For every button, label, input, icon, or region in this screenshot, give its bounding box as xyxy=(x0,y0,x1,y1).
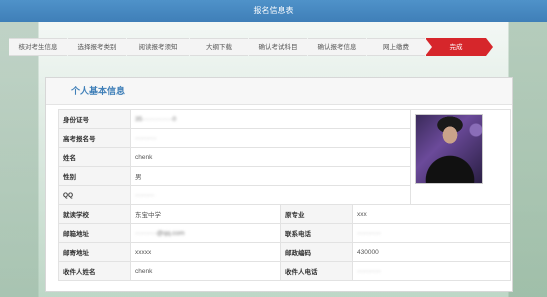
gender-value: 男 xyxy=(130,166,411,186)
phone-text: ··········· xyxy=(357,229,381,237)
address-label: 邮寄地址 xyxy=(58,242,131,262)
step-confirm-registration[interactable]: 确认报考信息 xyxy=(308,38,373,56)
panel-title: 个人基本信息 xyxy=(46,78,512,105)
postcode-value: 430000 xyxy=(352,242,511,262)
email-label: 邮箱地址 xyxy=(58,223,131,243)
email-value: ··········@qq.com xyxy=(130,223,281,243)
major-value: xxx xyxy=(352,204,511,224)
receiver-phone-label: 收件人电话 xyxy=(280,261,353,281)
address-value: xxxxx xyxy=(130,242,281,262)
exam-no-label: 高考报名号 xyxy=(58,128,131,148)
step-download-outline[interactable]: 大纲下载 xyxy=(190,38,255,56)
exam-no-value: ·········· xyxy=(130,128,411,148)
step-read-notice[interactable]: 阅读报考须知 xyxy=(127,38,196,56)
step-verify-info[interactable]: 核对考生信息 xyxy=(9,38,74,56)
step-confirm-subjects[interactable]: 确认考试科目 xyxy=(249,38,314,56)
id-card-value: 35··············0 xyxy=(130,109,411,129)
qq-label: QQ xyxy=(58,185,131,205)
receiver-phone-text: ··········· xyxy=(357,267,381,275)
table-row: 就读学校 东宝中学 原专业 xxx xyxy=(58,204,511,224)
receiver-name-value: chenk xyxy=(130,261,281,281)
photo-cell xyxy=(410,109,511,205)
table-row: 身份证号 35··············0 xyxy=(58,109,511,205)
school-value: 东宝中学 xyxy=(130,204,281,224)
qq-value: ········· xyxy=(130,185,411,205)
step-complete[interactable]: 完成 xyxy=(426,38,493,56)
table-row: 邮寄地址 xxxxx 邮政编码 430000 xyxy=(58,242,511,262)
step-online-payment[interactable]: 网上缴费 xyxy=(367,38,432,56)
applicant-photo xyxy=(415,114,483,184)
progress-steps: 核对考生信息 选择报考类别 阅读报考须知 大纲下载 确认考试科目 确认报考信息 … xyxy=(9,38,494,56)
info-table: 身份证号 35··············0 高考报名号 ·········· … xyxy=(58,109,511,281)
step-select-category[interactable]: 选择报考类别 xyxy=(68,38,133,56)
school-label: 就读学校 xyxy=(58,204,131,224)
gender-label: 性别 xyxy=(58,166,131,186)
page-title: 报名信息表 xyxy=(0,0,547,22)
receiver-name-label: 收件人姓名 xyxy=(58,261,131,281)
exam-no-text: ·········· xyxy=(135,134,157,142)
table-row: 邮箱地址 ··········@qq.com 联系电话 ··········· xyxy=(58,223,511,243)
phone-label: 联系电话 xyxy=(280,223,353,243)
name-value: chenk xyxy=(130,147,411,167)
table-row: 收件人姓名 chenk 收件人电话 ··········· xyxy=(58,261,511,281)
major-label: 原专业 xyxy=(280,204,353,224)
qq-text: ········· xyxy=(135,191,155,199)
id-card-label: 身份证号 xyxy=(58,109,131,129)
phone-value: ··········· xyxy=(352,223,511,243)
receiver-phone-value: ··········· xyxy=(352,261,511,281)
email-text: ··········@qq.com xyxy=(135,229,185,237)
name-label: 姓名 xyxy=(58,147,131,167)
id-card-text: 35··············0 xyxy=(135,115,177,123)
personal-info-panel: 个人基本信息 身份证号 35··············0 高考报名号 ····… xyxy=(45,77,513,292)
postcode-label: 邮政编码 xyxy=(280,242,353,262)
